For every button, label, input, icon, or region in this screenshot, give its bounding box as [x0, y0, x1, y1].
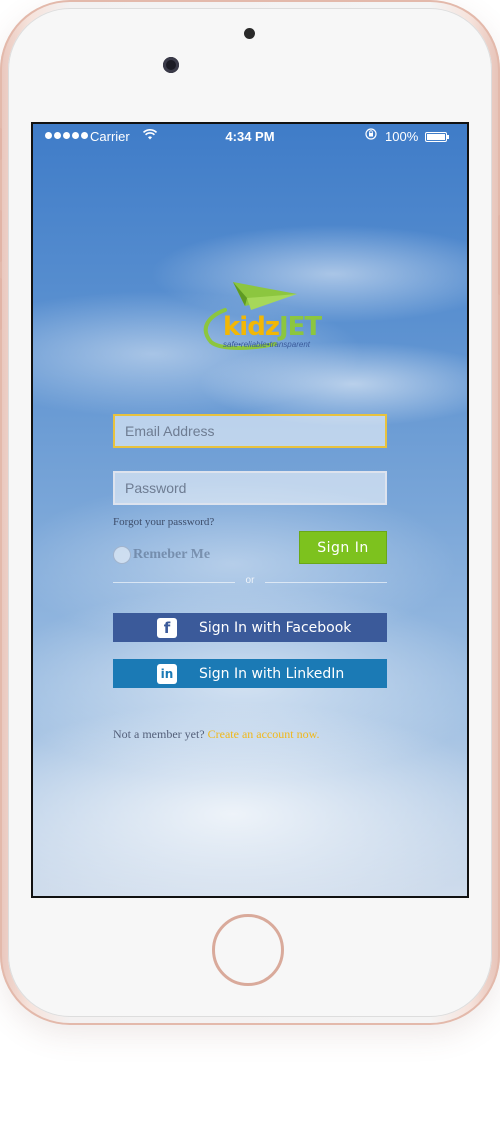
or-divider: or: [113, 575, 387, 589]
status-bar: Carrier 4:34 PM 100%: [33, 124, 467, 148]
app-screen: Carrier 4:34 PM 100% kidzJET safe•reliab…: [31, 122, 469, 898]
sign-in-button[interactable]: Sign In: [299, 531, 387, 564]
volume-up-button: [0, 210, 2, 262]
create-account-link[interactable]: Create an account now.: [208, 727, 320, 741]
signup-prompt-text: Not a member yet?: [113, 727, 205, 741]
front-sensor: [244, 28, 255, 39]
password-input[interactable]: [113, 471, 387, 505]
remember-me-radio[interactable]: [113, 546, 131, 564]
forgot-password-link[interactable]: Forgot your password?: [113, 516, 214, 528]
email-input[interactable]: [113, 414, 387, 448]
linkedin-icon: in: [157, 663, 177, 684]
logo-tagline: safe•reliable•transparent: [223, 340, 310, 349]
kidzjet-logo: kidzJET safe•reliable•transparent: [185, 276, 325, 356]
linkedin-sign-in-label: Sign In with LinkedIn: [199, 665, 345, 682]
mute-switch: [0, 128, 2, 160]
phone-frame: Carrier 4:34 PM 100% kidzJET safe•reliab…: [0, 0, 500, 1025]
divider-line-right: [265, 582, 387, 583]
remember-me-toggle[interactable]: Remeber Me: [113, 546, 210, 564]
signup-prompt: Not a member yet? Create an account now.: [113, 727, 319, 742]
facebook-sign-in-button[interactable]: f Sign In with Facebook: [113, 613, 387, 642]
battery-percent: 100%: [385, 129, 419, 144]
facebook-icon: f: [157, 617, 177, 638]
volume-down-button: [0, 278, 2, 330]
logo-kidz: kidz: [223, 312, 280, 342]
battery-icon: [425, 132, 449, 142]
home-button[interactable]: [212, 914, 284, 986]
or-label: or: [245, 575, 255, 586]
logo-jet: JET: [278, 312, 322, 342]
remember-me-label: Remeber Me: [133, 547, 211, 562]
linkedin-sign-in-button[interactable]: in Sign In with LinkedIn: [113, 659, 387, 688]
logo-wordmark: kidzJET: [223, 312, 322, 342]
front-camera-icon: [163, 57, 179, 73]
rotation-lock-icon: [365, 128, 377, 143]
facebook-sign-in-label: Sign In with Facebook: [199, 619, 352, 636]
